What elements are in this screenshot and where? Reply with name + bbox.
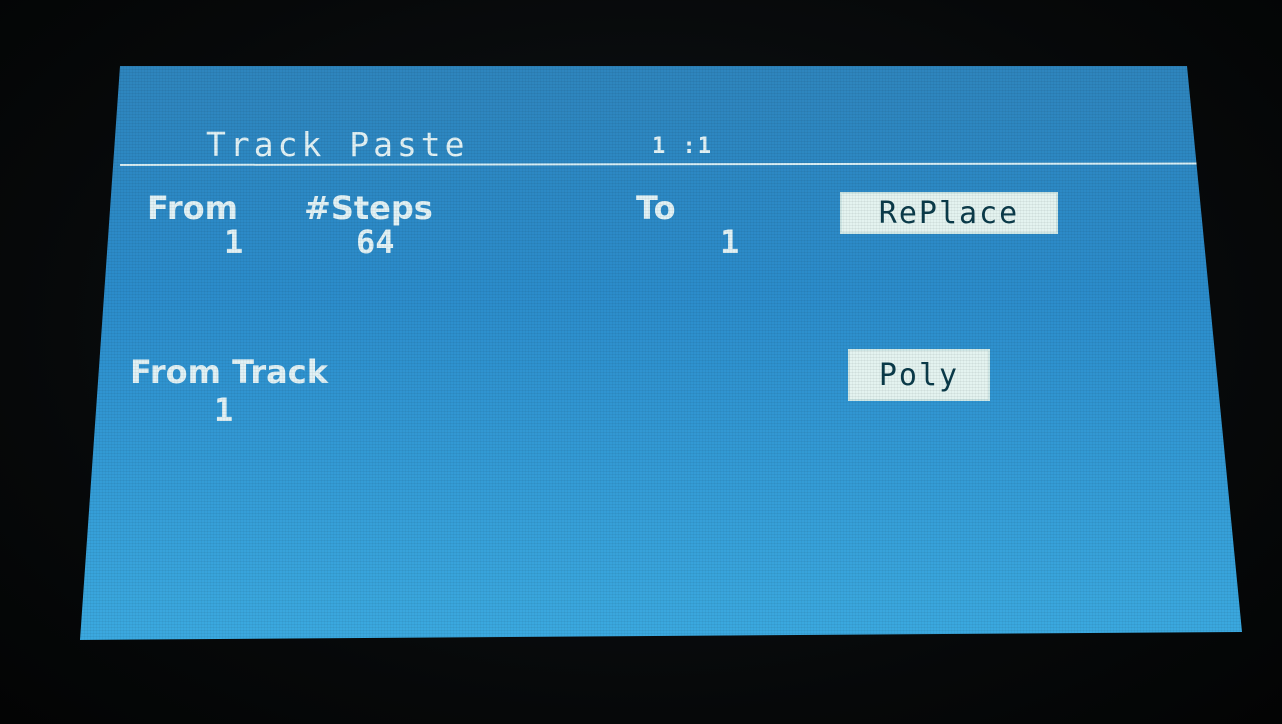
- to-value[interactable]: 1: [720, 226, 739, 258]
- steps-label: #Steps: [304, 189, 433, 227]
- page-title: Track Paste: [206, 125, 469, 164]
- position-indicator: 1 :1: [652, 134, 713, 159]
- from-value[interactable]: 1: [224, 226, 243, 258]
- to-label: To: [636, 189, 676, 227]
- steps-value[interactable]: 64: [356, 226, 395, 258]
- from-track-label: From Track: [130, 353, 328, 391]
- replace-mode-button[interactable]: RePlace: [840, 192, 1058, 234]
- from-track-value[interactable]: 1: [214, 394, 233, 426]
- from-label: From: [147, 189, 238, 227]
- lcd-screen: Track Paste 1 :1 From 1 #Steps 64 To 1 R…: [80, 66, 1242, 640]
- poly-button[interactable]: Poly: [848, 349, 990, 401]
- header-divider: [119, 162, 1201, 166]
